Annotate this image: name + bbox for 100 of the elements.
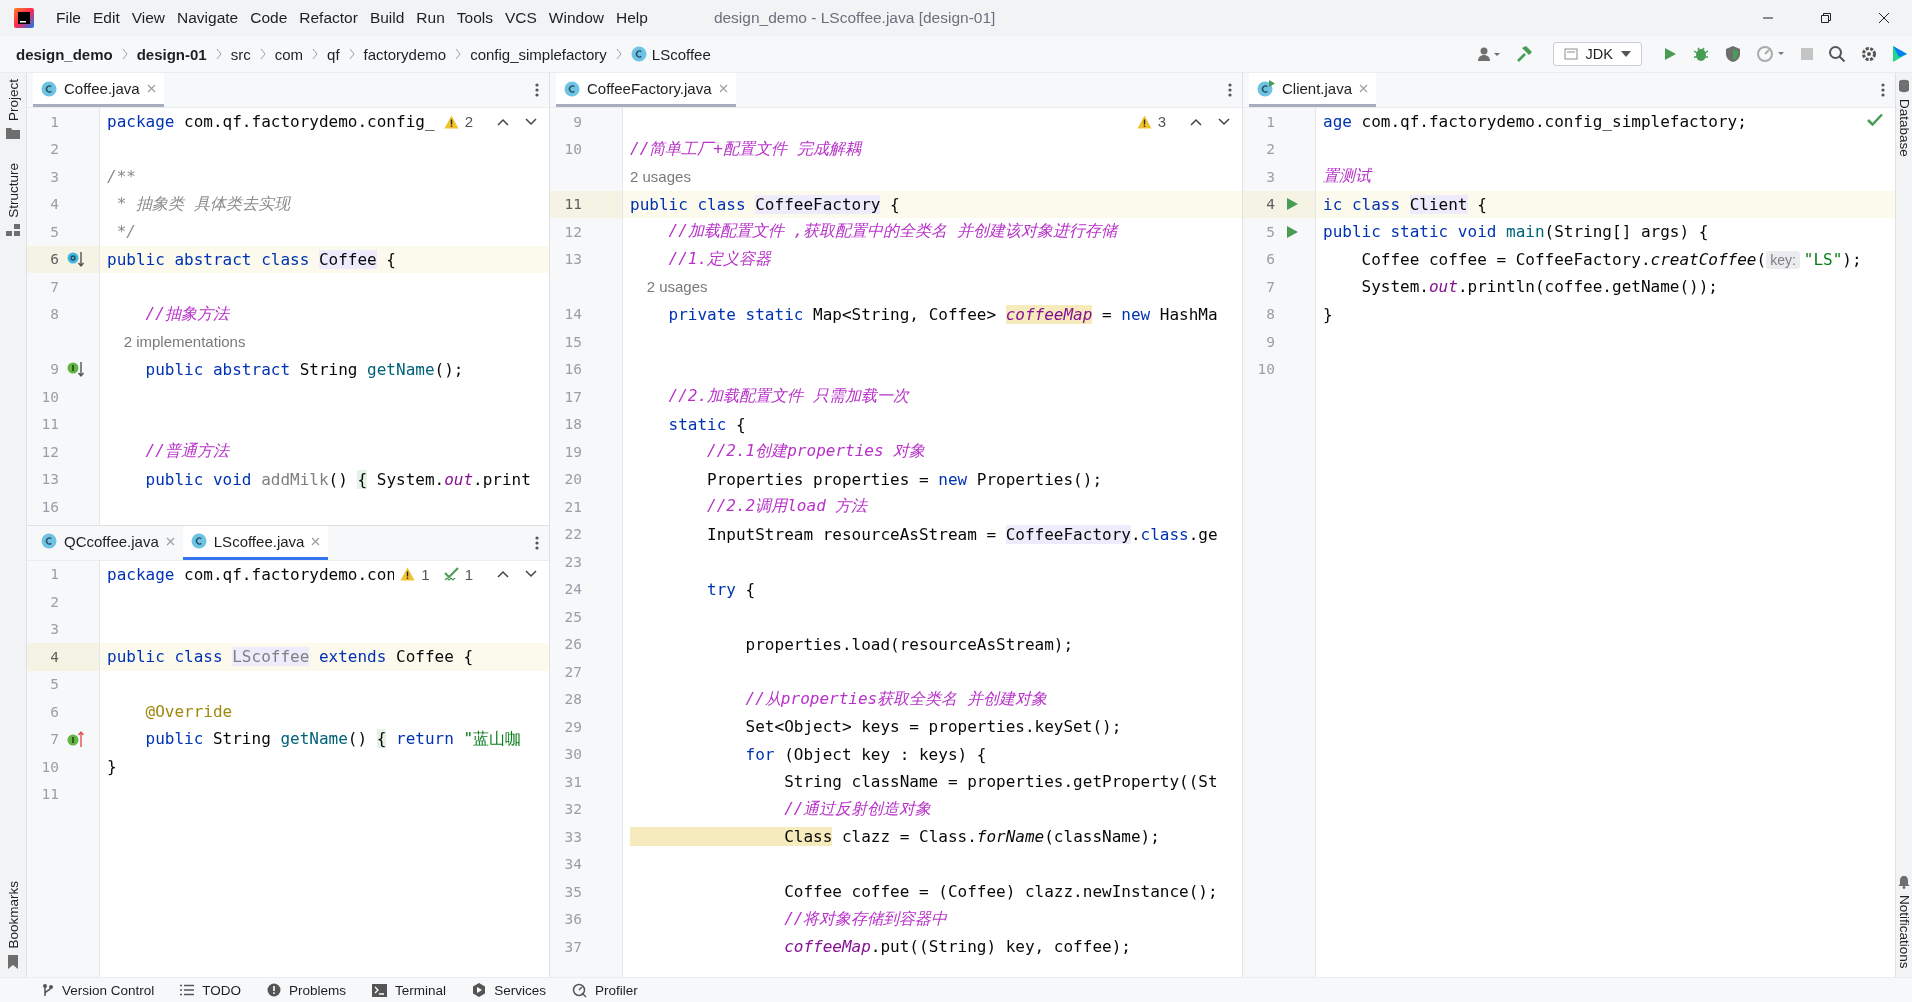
- warning-count: 3: [1157, 113, 1166, 130]
- breadcrumb-item[interactable]: com: [272, 43, 306, 65]
- breadcrumb-item[interactable]: src: [228, 43, 253, 65]
- menu-item[interactable]: File: [50, 5, 87, 31]
- tool-window-button[interactable]: Database: [1896, 79, 1912, 157]
- run-icon[interactable]: [1285, 224, 1299, 239]
- next-highlight-icon[interactable]: [525, 570, 537, 578]
- close-icon[interactable]: [1878, 12, 1890, 24]
- run-configuration-dropdown[interactable]: JDK: [1552, 42, 1642, 66]
- code-line: //2.加载配置文件 只需加载一次: [667, 386, 909, 408]
- menu-item[interactable]: Refactor: [293, 5, 364, 31]
- editor-tab[interactable]: Coffee.java: [33, 73, 164, 107]
- warning-icon[interactable]: [400, 567, 416, 581]
- line-number: 6: [50, 703, 59, 720]
- implementing-marker-icon[interactable]: [67, 360, 85, 379]
- run-icon[interactable]: [1662, 46, 1678, 62]
- editor-tab[interactable]: QCcoffee.java: [33, 525, 183, 560]
- typo-count: 1: [464, 565, 473, 583]
- previous-highlight-icon[interactable]: [1190, 117, 1202, 126]
- menu-item[interactable]: Tools: [450, 5, 499, 31]
- warning-count: 1: [421, 565, 430, 583]
- more-icon[interactable]: [1881, 83, 1885, 97]
- debug-icon[interactable]: [1692, 45, 1710, 63]
- tool-window-button[interactable]: Structure: [5, 163, 21, 236]
- code-line: package com.qf.factorydemo.con: [107, 564, 396, 584]
- database-icon: [1898, 79, 1910, 93]
- editor-tab[interactable]: CoffeeFactory.java: [556, 73, 736, 107]
- next-highlight-icon[interactable]: [1218, 117, 1230, 126]
- editor-tab[interactable]: LScoffee.java: [182, 525, 329, 560]
- restore-icon[interactable]: [1820, 12, 1832, 24]
- search-icon[interactable]: [1828, 45, 1846, 63]
- tool-window-button[interactable]: TODO: [180, 982, 242, 998]
- breadcrumb-item[interactable]: design_demo: [14, 43, 115, 65]
- line-number: 33: [564, 828, 582, 845]
- code-line: Properties properties = new Properties();: [706, 469, 1102, 489]
- tool-window-button[interactable]: Services: [472, 982, 546, 998]
- line-number: 18: [564, 416, 582, 433]
- tool-window-button[interactable]: Bookmarks: [5, 881, 21, 969]
- terminal-icon: [372, 983, 388, 997]
- menu-item[interactable]: Code: [244, 5, 294, 31]
- more-icon[interactable]: [535, 83, 539, 97]
- tool-window-button[interactable]: Terminal: [372, 982, 447, 998]
- next-highlight-icon[interactable]: [525, 117, 537, 126]
- coverage-icon[interactable]: [1724, 45, 1742, 63]
- more-icon[interactable]: [1228, 83, 1232, 97]
- previous-highlight-icon[interactable]: [497, 117, 509, 126]
- breadcrumb-item[interactable]: design-01: [134, 43, 209, 65]
- user-icon[interactable]: [1476, 46, 1501, 62]
- menu-item[interactable]: Run: [410, 5, 451, 31]
- code-line: //普通方法: [144, 441, 229, 463]
- line-number: 21: [564, 498, 582, 515]
- tool-window-button[interactable]: Notifications: [1896, 875, 1912, 969]
- plugin-icon[interactable]: [1892, 45, 1908, 63]
- breadcrumb-separator-icon: [615, 48, 622, 60]
- menu-item[interactable]: View: [125, 5, 172, 31]
- run-icon[interactable]: [1285, 197, 1299, 212]
- line-number: 1: [1266, 113, 1275, 130]
- warning-icon[interactable]: [443, 114, 459, 129]
- line-number: 37: [564, 938, 582, 955]
- more-icon[interactable]: [535, 535, 539, 550]
- editor-tab[interactable]: Client.java: [1249, 73, 1377, 107]
- menu-item[interactable]: Window: [542, 5, 610, 31]
- code-line: //2.1创建properties 对象: [706, 441, 926, 463]
- usage-hint: 2 implementations: [122, 332, 246, 352]
- implementing-marker-icon[interactable]: [67, 730, 85, 749]
- breadcrumb-item[interactable]: config_simplefactory: [468, 43, 609, 65]
- tool-window-button[interactable]: Problems: [267, 982, 347, 998]
- line-number: 11: [41, 786, 59, 803]
- tool-window-button[interactable]: Version Control: [42, 982, 155, 998]
- implemented-marker-icon[interactable]: [67, 250, 85, 269]
- menu-item[interactable]: Help: [610, 5, 654, 31]
- code-line: age com.qf.factorydemo.config_simplefactory;: [1323, 112, 1747, 132]
- line-number: 7: [50, 731, 59, 748]
- warning-icon[interactable]: [1136, 114, 1152, 129]
- line-number: 12: [41, 443, 59, 460]
- tool-window-button[interactable]: Project: [5, 79, 21, 140]
- breadcrumb-item[interactable]: LScoffee: [628, 43, 713, 65]
- tool-window-button[interactable]: Profiler: [571, 982, 638, 998]
- code-line: try {: [706, 579, 756, 599]
- breadcrumb-item[interactable]: qf: [325, 43, 342, 65]
- code-line: //从properties获取全类名 并创建对象: [744, 688, 1047, 710]
- menu-item[interactable]: Navigate: [171, 5, 245, 31]
- menu-item[interactable]: Edit: [87, 5, 126, 31]
- code-line: Set<Object> keys = properties.keySet();: [744, 717, 1122, 737]
- menu-item[interactable]: VCS: [498, 5, 543, 31]
- code-line: * 抽象类 具体类去实现: [115, 193, 290, 215]
- line-number: 16: [564, 361, 582, 378]
- code-line: //简单工厂+配置文件 完成解耦: [630, 138, 861, 160]
- line-number: 12: [564, 223, 582, 240]
- line-number: 24: [564, 581, 582, 598]
- typo-check-icon[interactable]: [443, 566, 459, 582]
- code-line: //抽象方法: [144, 303, 229, 325]
- breadcrumb-item[interactable]: factorydemo: [361, 43, 449, 65]
- menu-item[interactable]: Build: [363, 5, 411, 31]
- previous-highlight-icon[interactable]: [497, 570, 509, 578]
- line-number: 10: [564, 141, 582, 158]
- line-number: 22: [564, 526, 582, 543]
- settings-icon[interactable]: [1860, 45, 1878, 63]
- checkmark-icon[interactable]: [1867, 113, 1883, 126]
- line-number: 9: [1266, 333, 1275, 350]
